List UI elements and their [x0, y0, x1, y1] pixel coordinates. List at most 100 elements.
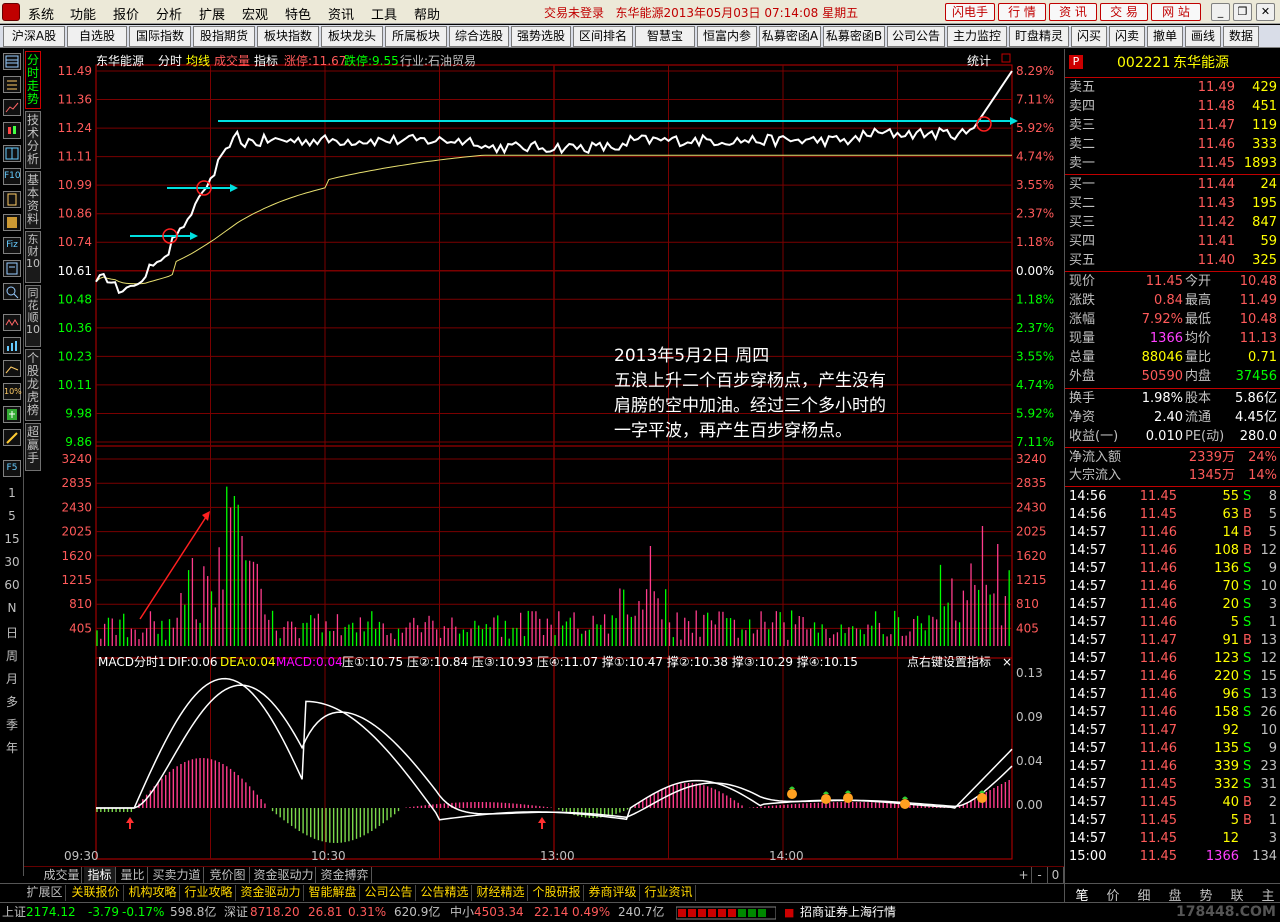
grid-icon[interactable] — [3, 53, 21, 70]
p-badge[interactable]: P — [1069, 55, 1083, 69]
period-15min[interactable]: 15 — [0, 532, 24, 546]
trade-status[interactable]: 交易未登录 — [544, 6, 604, 20]
period-month[interactable]: 月 — [0, 670, 24, 687]
stat-row[interactable]: 外盘 50590 内盘 37456 — [1065, 368, 1280, 386]
btab-finance[interactable]: 财经精选 — [474, 885, 528, 901]
chart-ind-label[interactable]: 指标 — [254, 52, 278, 69]
quote-tab[interactable]: 价 — [1100, 885, 1126, 904]
market-button[interactable]: 行 情 — [998, 3, 1046, 21]
tab-technical[interactable]: 技术分析 — [25, 111, 41, 169]
pen-icon[interactable] — [3, 429, 21, 446]
search-icon[interactable] — [3, 283, 21, 300]
zoom-in-button[interactable]: + — [1016, 867, 1032, 884]
tab-tonghuashun10[interactable]: 同花顺10 — [25, 285, 41, 347]
ctab-capital-game[interactable]: 资金搏弈 — [318, 867, 372, 884]
ctab-volume[interactable]: 成交量 — [42, 867, 82, 884]
ask-row[interactable]: 卖三 11.47 119 — [1065, 117, 1280, 135]
wave-icon[interactable] — [3, 314, 21, 331]
stat2-row[interactable]: 换手 1.98% 股本 5.86亿 — [1065, 390, 1280, 408]
bid-row[interactable]: 买一 11.44 24 — [1065, 176, 1280, 194]
quote-tab[interactable]: 主 — [1255, 885, 1280, 904]
tb-data[interactable]: 数据 — [1223, 26, 1259, 47]
list-icon[interactable] — [3, 76, 21, 93]
stat-row[interactable]: 现量 1366 均价 11.13 — [1065, 330, 1280, 348]
book-icon[interactable] — [3, 214, 21, 231]
chart-canvas[interactable]: 11.49 8.29% 11.36 7.11% 11.24 5.92% 11.11 4.74%… — [42, 49, 1063, 865]
quote-tab[interactable]: 细 — [1131, 885, 1157, 904]
tab-intraday[interactable]: 分时走势 — [25, 51, 41, 109]
zoom-out-button[interactable]: - — [1032, 867, 1048, 884]
btab-industry[interactable]: 行业攻略 — [182, 885, 236, 901]
tb-futures[interactable]: 股指期货 — [193, 26, 255, 47]
btab-institution[interactable]: 机构攻略 — [126, 885, 180, 901]
bid-row[interactable]: 买三 11.42 847 — [1065, 214, 1280, 232]
tick-row[interactable]: 14:57 11.46 220 S 15 — [1065, 668, 1280, 686]
btab-research[interactable]: 个股研报 — [530, 885, 584, 901]
tb-private-a[interactable]: 私募密函A — [759, 26, 821, 47]
tick-row[interactable]: 14:56 11.45 63 B 5 — [1065, 506, 1280, 524]
tb-announcements[interactable]: 公司公告 — [887, 26, 945, 47]
btab-industry-news[interactable]: 行业资讯 — [642, 885, 696, 901]
tb-strong-select[interactable]: 强势选股 — [511, 26, 571, 47]
tab-dongcai10[interactable]: 东财10 — [25, 231, 41, 283]
tab-super-win[interactable]: 超赢手 — [25, 423, 41, 471]
table-icon[interactable] — [3, 145, 21, 162]
tb-sector-leader[interactable]: 板块龙头 — [321, 26, 383, 47]
tb-flash-buy[interactable]: 闪买 — [1071, 26, 1107, 47]
zx-label[interactable]: 中小 — [450, 903, 474, 921]
tb-private-b[interactable]: 私募密函B — [823, 26, 885, 47]
period-week[interactable]: 周 — [0, 647, 24, 664]
menu-special[interactable]: 特色 — [285, 4, 311, 23]
tb-draw-line[interactable]: 画线 — [1185, 26, 1221, 47]
period-n[interactable]: N — [0, 601, 24, 615]
stat-row[interactable]: 总量 88046 量比 0.71 — [1065, 349, 1280, 367]
chart-avg-label[interactable]: 均线 — [186, 52, 210, 69]
btab-rating[interactable]: 券商评级 — [586, 885, 640, 901]
tick-row[interactable]: 14:57 11.46 136 S 9 — [1065, 560, 1280, 578]
tb-composite-select[interactable]: 综合选股 — [449, 26, 509, 47]
tick-row[interactable]: 14:57 11.46 158 S 26 — [1065, 704, 1280, 722]
tb-hengfu[interactable]: 恒富内参 — [697, 26, 757, 47]
stat-row[interactable]: 涨跌 0.84 最高 11.49 — [1065, 292, 1280, 310]
menu-analysis[interactable]: 分析 — [156, 4, 182, 23]
period-quarter[interactable]: 季 — [0, 716, 24, 733]
doc-icon[interactable] — [3, 191, 21, 208]
tb-wisdom[interactable]: 智慧宝 — [635, 26, 695, 47]
close-icon[interactable]: ✕ — [1256, 3, 1275, 21]
tb-sector-index[interactable]: 板块指数 — [257, 26, 319, 47]
chart-vol-label[interactable]: 成交量 — [214, 52, 250, 69]
stat2-row[interactable]: 收益(一) 0.010 PE(动) 280.0 — [1065, 428, 1280, 446]
menu-extend[interactable]: 扩展 — [199, 4, 225, 23]
period-30min[interactable]: 30 — [0, 555, 24, 569]
tb-my-sector[interactable]: 所属板块 — [385, 26, 447, 47]
period-1min[interactable]: 1 — [0, 486, 24, 500]
quote-tab[interactable]: 笔 — [1069, 885, 1095, 904]
btab-capital[interactable]: 资金驱动力 — [238, 885, 304, 901]
ask-row[interactable]: 卖二 11.46 333 — [1065, 136, 1280, 154]
tick-row[interactable]: 14:57 11.46 14 B 5 — [1065, 524, 1280, 542]
menu-system[interactable]: 系统 — [28, 4, 54, 23]
tb-shenhu-a[interactable]: 沪深A股 — [3, 26, 65, 47]
f5-icon[interactable]: F5 — [3, 460, 21, 477]
btab-notice[interactable]: 公司公告 — [362, 885, 416, 901]
ctab-capital-drive[interactable]: 资金驱动力 — [252, 867, 316, 884]
tab-fundamentals[interactable]: 基本资料 — [25, 171, 41, 229]
tb-intl-index[interactable]: 国际指数 — [129, 26, 191, 47]
news-button[interactable]: 资 讯 — [1049, 3, 1097, 21]
tb-main-monitor[interactable]: 主力监控 — [947, 26, 1007, 47]
tick-row[interactable]: 14:57 11.46 5 S 1 — [1065, 614, 1280, 632]
bars-icon[interactable] — [3, 337, 21, 354]
expand-icon[interactable] — [1001, 53, 1011, 63]
ask-row[interactable]: 卖五 11.49 429 — [1065, 79, 1280, 97]
plus-icon[interactable] — [3, 406, 21, 423]
menu-help[interactable]: 帮助 — [414, 4, 440, 23]
stat-row[interactable]: 现价 11.45 今开 10.48 — [1065, 273, 1280, 291]
ctab-volratio[interactable]: 量比 — [118, 867, 148, 884]
tb-flash-sell[interactable]: 闪卖 — [1109, 26, 1145, 47]
tab-dragon-tiger[interactable]: 个股龙虎榜 — [25, 349, 41, 421]
period-year[interactable]: 年 — [0, 739, 24, 756]
tick-row[interactable]: 14:56 11.45 55 S 8 — [1065, 488, 1280, 506]
ctab-auction[interactable]: 竞价图 — [206, 867, 250, 884]
bid-row[interactable]: 买五 11.40 325 — [1065, 252, 1280, 270]
btab-extension[interactable]: 扩展区 — [24, 885, 66, 901]
